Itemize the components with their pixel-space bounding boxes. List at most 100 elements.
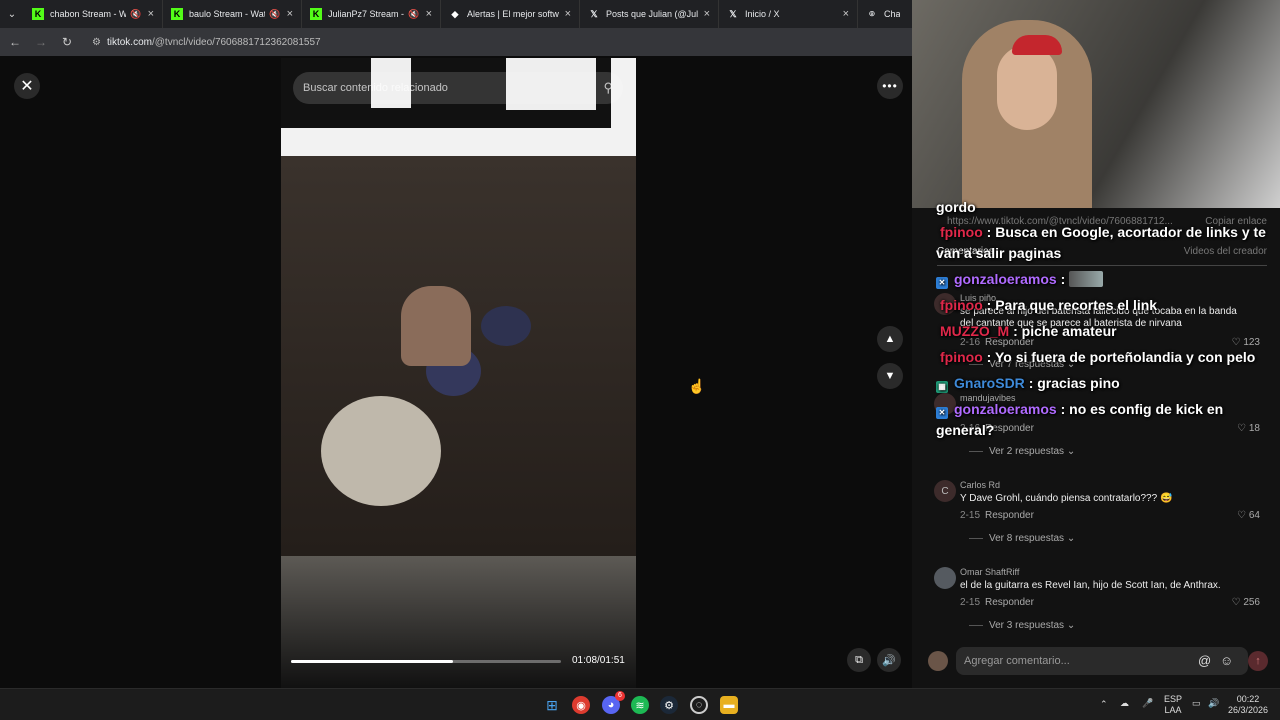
muted-speaker-icon[interactable]: 🔇: [269, 9, 280, 20]
kick-icon: K: [32, 8, 44, 20]
browser-tab-strip: ⌄ K chabon Stream - Watch 🔇 × K baulo St…: [0, 0, 912, 28]
tab-title: Alertas | El mejor software: [467, 9, 559, 19]
chat-message: fpinoo : Yo si fuera de porteñolandia y …: [936, 347, 1266, 368]
like-count[interactable]: ♡ 64: [1237, 510, 1260, 521]
bass-drum: [321, 396, 441, 506]
tab-title: Posts que Julian (@Julianp: [606, 9, 698, 19]
close-tab-icon[interactable]: ×: [843, 8, 849, 20]
like-count[interactable]: ♡ 256: [1232, 597, 1260, 608]
related-search-bar[interactable]: Buscar contenido relacionado ⚲: [293, 72, 623, 104]
language-indicator[interactable]: ESP LAA: [1164, 694, 1182, 716]
reply-button[interactable]: Responder: [985, 510, 1034, 521]
browser-tab[interactable]: ⌾ ChatGPT: [858, 0, 908, 28]
file-explorer-icon[interactable]: ▬: [720, 696, 738, 714]
muted-speaker-icon[interactable]: 🔇: [408, 9, 419, 20]
tab-title: Inicio / X: [745, 9, 780, 19]
tab-search-button[interactable]: ⌄: [0, 0, 24, 28]
close-tab-icon[interactable]: ×: [704, 8, 710, 20]
chat-message: fpinoo : Busca en Google, acortador de l…: [936, 222, 1266, 264]
chat-text: gordo: [936, 199, 976, 215]
close-viewer-button[interactable]: ✕: [14, 73, 40, 99]
url-path: /@tvncl/video/7606881712362081557: [151, 36, 321, 48]
volume-button[interactable]: 🔊: [877, 648, 901, 672]
close-tab-icon[interactable]: ×: [426, 8, 432, 20]
site-info-icon[interactable]: ⚙: [92, 37, 101, 48]
address-bar: ← → ↻ ⚙ tiktok.com/@tvncl/video/76068817…: [0, 28, 912, 56]
view-replies-button[interactable]: Ver 2 respuestas ⌄: [969, 446, 1075, 457]
previous-video-button[interactable]: ▲: [877, 326, 903, 352]
mention-icon[interactable]: @: [1198, 653, 1211, 668]
tab-title: chabon Stream - Watch: [50, 9, 126, 19]
browser-tab[interactable]: K baulo Stream - Watch 🔇 ×: [163, 0, 302, 28]
browser-tab[interactable]: K chabon Stream - Watch 🔇 ×: [24, 0, 163, 28]
floating-player-button[interactable]: ⧉: [847, 648, 871, 672]
back-arrow-icon[interactable]: ←: [8, 35, 22, 49]
subscriber-badge-icon: ✕: [936, 277, 948, 289]
comment-date: 2-15: [960, 510, 981, 521]
chat-text: : piche amateur: [1013, 323, 1117, 339]
browser-tab[interactable]: ◆ Alertas | El mejor software ×: [441, 0, 580, 28]
comment-text: el de la guitarra es Revel Ian, hijo de …: [960, 580, 1221, 591]
avatar[interactable]: C: [934, 480, 956, 502]
discord-icon[interactable]: ◕ 6: [602, 691, 625, 714]
alert-icon: ◆: [451, 8, 459, 19]
chat-text: : Para que recortes el link: [986, 297, 1158, 313]
obs-icon[interactable]: ◌: [690, 696, 708, 714]
chat-message: ✕ gonzaloeramos :: [936, 269, 1266, 290]
view-replies-button[interactable]: Ver 8 respuestas ⌄: [969, 533, 1075, 544]
tab-title: ChatGPT: [884, 9, 900, 19]
url-field[interactable]: ⚙ tiktok.com/@tvncl/video/76068817123620…: [92, 37, 321, 48]
reply-button[interactable]: Responder: [985, 597, 1034, 608]
view-replies-button[interactable]: Ver 3 respuestas ⌄: [969, 620, 1075, 631]
steam-icon[interactable]: ⚙: [660, 696, 678, 714]
emoji-icon[interactable]: ☺: [1220, 653, 1233, 668]
hand-cursor-icon: ☝: [688, 378, 706, 394]
more-options-button[interactable]: •••: [877, 73, 903, 99]
avatar[interactable]: [934, 567, 956, 589]
browser-tab[interactable]: K JulianPz7 Stream - Kick 🔇 ×: [302, 0, 441, 28]
onedrive-icon[interactable]: ☁: [1120, 698, 1129, 709]
video-viewer: ✕ ••• Buscar contenido relacionado ⚲ 01:…: [0, 56, 912, 688]
comment-user[interactable]: Omar ShaftRiff: [960, 567, 1019, 577]
chat-username: fpinoo: [940, 349, 983, 365]
video-player[interactable]: Buscar contenido relacionado ⚲: [281, 58, 636, 688]
spotify-icon[interactable]: ≋: [631, 696, 649, 714]
chat-username: fpinoo: [940, 224, 983, 240]
chat-text: : gracias pino: [1028, 375, 1120, 391]
close-tab-icon[interactable]: ×: [565, 8, 571, 20]
close-tab-icon[interactable]: ×: [287, 8, 293, 20]
url-host: tiktok.com: [106, 36, 152, 48]
next-video-button[interactable]: ▼: [877, 363, 903, 389]
comment-user[interactable]: Carlos Rd: [960, 480, 1000, 490]
network-icon[interactable]: ▭: [1192, 698, 1201, 709]
x-icon: 𝕏: [729, 8, 737, 19]
drummer: [401, 286, 471, 366]
browser-tab[interactable]: 𝕏 Inicio / X ×: [719, 0, 858, 28]
chat-text: :: [1060, 271, 1066, 287]
clock[interactable]: 00:22 26/3/2026: [1228, 694, 1268, 716]
send-button[interactable]: ↑: [1248, 651, 1268, 671]
kick-icon: K: [171, 8, 183, 20]
microphone-icon[interactable]: 🎤: [1142, 698, 1153, 709]
video-progress-bar[interactable]: [291, 660, 561, 663]
avatar[interactable]: [928, 651, 948, 671]
video-progress-fill: [291, 660, 453, 663]
speaker-icon[interactable]: 🔊: [1208, 698, 1219, 709]
emote-image: [1069, 271, 1104, 287]
tray-overflow-icon[interactable]: ⌃: [1100, 699, 1108, 710]
muted-speaker-icon[interactable]: 🔇: [130, 9, 141, 20]
comment-input-row: @ ☺ ↑: [918, 644, 1274, 678]
windows-start-icon[interactable]: ⊞: [543, 696, 561, 714]
chat-text: : Yo si fuera de porteñolandia y con pel…: [986, 349, 1256, 365]
browser-tab[interactable]: 𝕏 Posts que Julian (@Julianp ×: [580, 0, 719, 28]
video-stage: [281, 556, 636, 688]
tab-title: baulo Stream - Watch: [189, 9, 265, 19]
close-tab-icon[interactable]: ×: [148, 8, 154, 20]
tab-title: JulianPz7 Stream - Kick: [328, 9, 405, 19]
chrome-icon[interactable]: ◉: [572, 696, 590, 714]
search-icon[interactable]: ⚲: [603, 80, 613, 96]
forward-arrow-icon[interactable]: →: [34, 35, 48, 49]
windows-taskbar: ⊞ ◉ ◕ 6 ≋ ⚙ ◌ ▬ ⌃ ☁ 🎤 ESP LAA ▭ 🔊 00:22 …: [0, 688, 1280, 720]
chat-username: MUZZO_M: [940, 323, 1010, 339]
reload-icon[interactable]: ↻: [60, 35, 74, 49]
